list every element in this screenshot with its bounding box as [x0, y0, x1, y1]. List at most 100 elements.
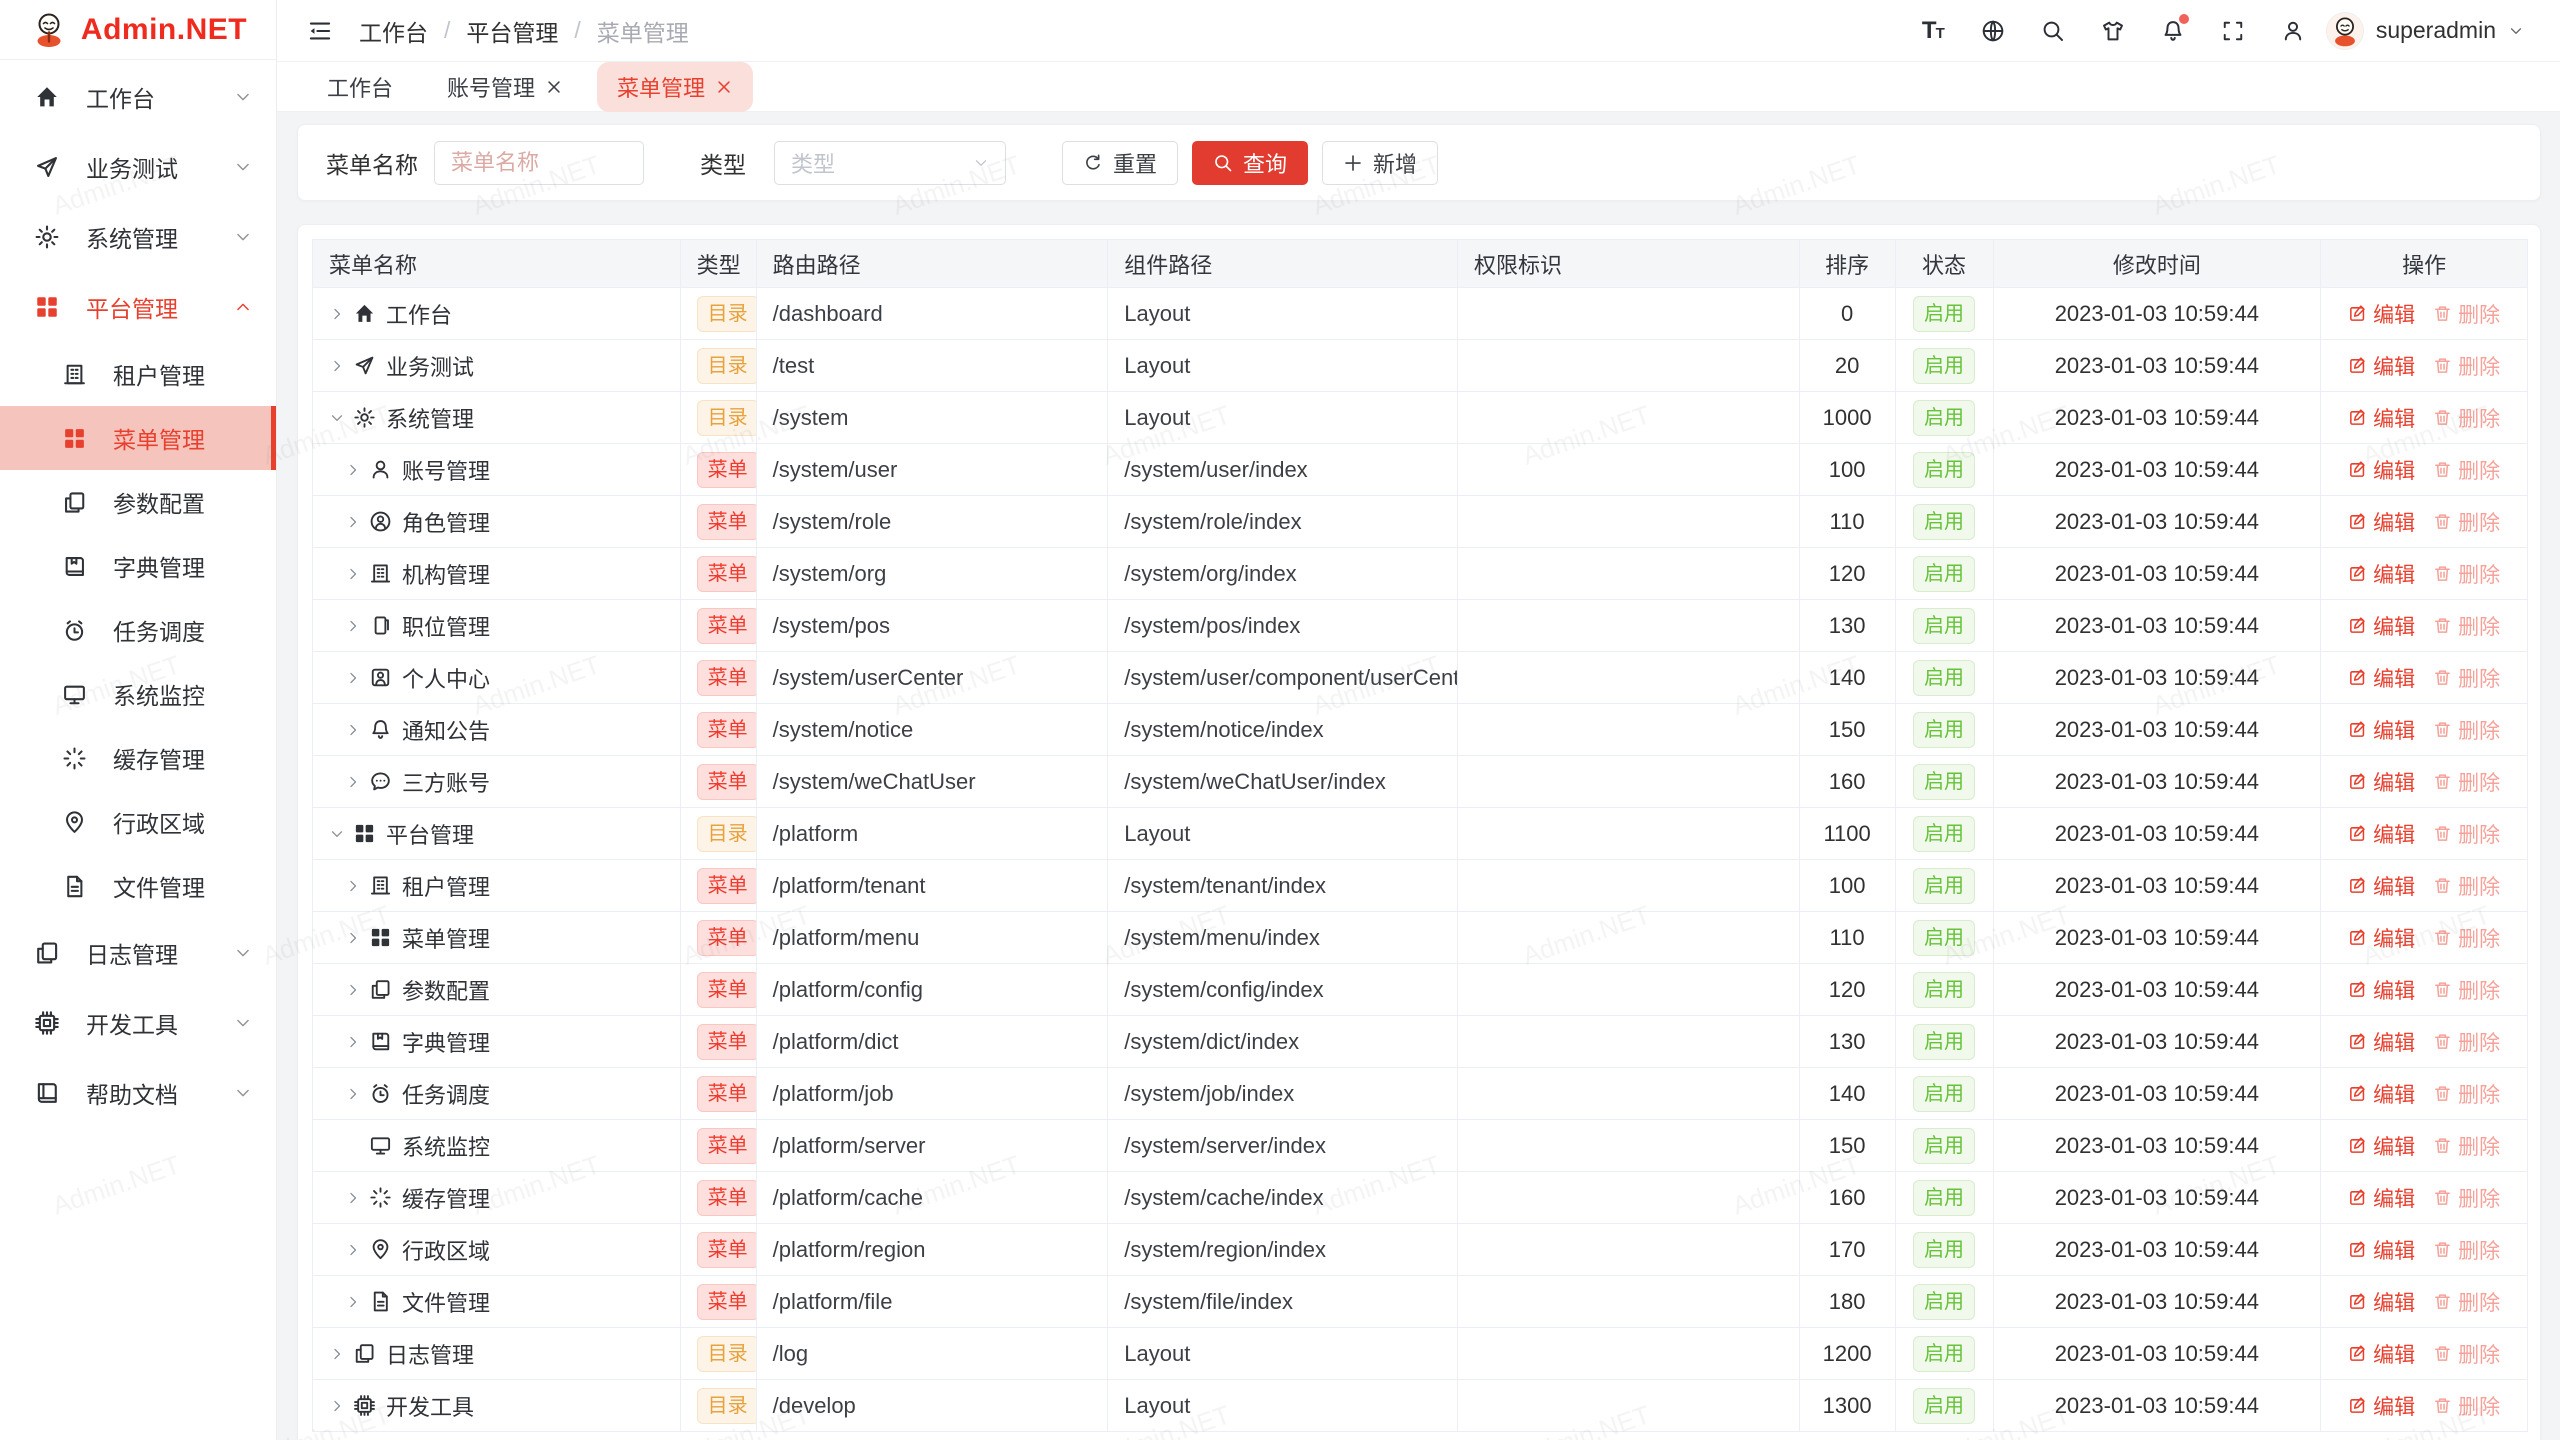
edit-button[interactable]: 编辑 — [2348, 975, 2415, 1005]
delete-button[interactable]: 删除 — [2433, 715, 2500, 745]
edit-button[interactable]: 编辑 — [2348, 819, 2415, 849]
sidebar-subitem-server[interactable]: 系统监控 — [0, 662, 276, 726]
sidebar-subitem-cache[interactable]: 缓存管理 — [0, 726, 276, 790]
user-menu[interactable]: superadmin — [2326, 12, 2524, 50]
edit-button[interactable]: 编辑 — [2348, 1183, 2415, 1213]
close-icon[interactable] — [715, 78, 733, 96]
delete-button[interactable]: 删除 — [2433, 663, 2500, 693]
tree-expand-icon[interactable] — [345, 930, 361, 946]
tree-expand-icon[interactable] — [329, 826, 345, 842]
edit-button[interactable]: 编辑 — [2348, 767, 2415, 797]
tree-expand-icon[interactable] — [345, 1190, 361, 1206]
edit-button[interactable]: 编辑 — [2348, 351, 2415, 381]
delete-button[interactable]: 删除 — [2433, 1183, 2500, 1213]
breadcrumb-item[interactable]: 工作台 — [359, 14, 428, 48]
tab-menu[interactable]: 菜单管理 — [597, 62, 753, 112]
tree-expand-icon[interactable] — [345, 878, 361, 894]
delete-button[interactable]: 删除 — [2433, 1287, 2500, 1317]
delete-button[interactable]: 删除 — [2433, 611, 2500, 641]
delete-button[interactable]: 删除 — [2433, 871, 2500, 901]
tree-expand-icon[interactable] — [345, 618, 361, 634]
edit-button[interactable]: 编辑 — [2348, 871, 2415, 901]
tree-expand-icon[interactable] — [345, 1034, 361, 1050]
theme-button[interactable] — [2090, 8, 2136, 54]
tree-expand-icon[interactable] — [345, 462, 361, 478]
font-size-button[interactable]: TT — [1910, 8, 1956, 54]
edit-button[interactable]: 编辑 — [2348, 455, 2415, 485]
tree-expand-icon[interactable] — [329, 306, 345, 322]
type-select[interactable]: 类型 — [774, 141, 1006, 185]
delete-button[interactable]: 删除 — [2433, 819, 2500, 849]
edit-button[interactable]: 编辑 — [2348, 1079, 2415, 1109]
sidebar-item-business-test[interactable]: 业务测试 — [0, 132, 276, 202]
sidebar-subitem-dict[interactable]: 字典管理 — [0, 534, 276, 598]
edit-button[interactable]: 编辑 — [2348, 663, 2415, 693]
delete-button[interactable]: 删除 — [2433, 1339, 2500, 1369]
tree-expand-icon[interactable] — [329, 1398, 345, 1414]
sidebar-item-workbench[interactable]: 工作台 — [0, 62, 276, 132]
close-icon[interactable] — [545, 78, 563, 96]
sidebar-item-develop[interactable]: 开发工具 — [0, 988, 276, 1058]
sidebar-item-help[interactable]: 帮助文档 — [0, 1058, 276, 1128]
delete-button[interactable]: 删除 — [2433, 559, 2500, 589]
delete-button[interactable]: 删除 — [2433, 975, 2500, 1005]
menu-name-input[interactable] — [434, 141, 644, 185]
delete-button[interactable]: 删除 — [2433, 923, 2500, 953]
tree-expand-icon[interactable] — [345, 982, 361, 998]
sidebar-subitem-job[interactable]: 任务调度 — [0, 598, 276, 662]
delete-button[interactable]: 删除 — [2433, 403, 2500, 433]
notification-button[interactable] — [2150, 8, 2196, 54]
collapse-menu-icon[interactable] — [307, 18, 333, 44]
language-button[interactable] — [1970, 8, 2016, 54]
edit-button[interactable]: 编辑 — [2348, 1287, 2415, 1317]
tab-account[interactable]: 账号管理 — [427, 62, 583, 112]
search-button[interactable] — [2030, 8, 2076, 54]
tree-expand-icon[interactable] — [345, 514, 361, 530]
delete-button[interactable]: 删除 — [2433, 1131, 2500, 1161]
sidebar-item-system[interactable]: 系统管理 — [0, 202, 276, 272]
tree-expand-icon[interactable] — [329, 410, 345, 426]
edit-button[interactable]: 编辑 — [2348, 299, 2415, 329]
delete-button[interactable]: 删除 — [2433, 299, 2500, 329]
tree-expand-icon[interactable] — [345, 1086, 361, 1102]
tree-expand-icon[interactable] — [345, 722, 361, 738]
edit-button[interactable]: 编辑 — [2348, 611, 2415, 641]
tree-expand-icon[interactable] — [329, 358, 345, 374]
tree-expand-icon[interactable] — [345, 566, 361, 582]
edit-button[interactable]: 编辑 — [2348, 507, 2415, 537]
tree-expand-icon[interactable] — [345, 774, 361, 790]
search-button[interactable]: 查询 — [1192, 141, 1308, 185]
edit-button[interactable]: 编辑 — [2348, 1131, 2415, 1161]
delete-button[interactable]: 删除 — [2433, 1027, 2500, 1057]
tab-workbench[interactable]: 工作台 — [307, 62, 413, 112]
sidebar-subitem-config[interactable]: 参数配置 — [0, 470, 276, 534]
delete-button[interactable]: 删除 — [2433, 1235, 2500, 1265]
profile-button[interactable] — [2270, 8, 2316, 54]
sidebar-subitem-tenant[interactable]: 租户管理 — [0, 342, 276, 406]
delete-button[interactable]: 删除 — [2433, 767, 2500, 797]
breadcrumb-item[interactable]: 平台管理 — [466, 14, 558, 48]
sidebar-item-log[interactable]: 日志管理 — [0, 918, 276, 988]
tree-expand-icon[interactable] — [345, 1242, 361, 1258]
delete-button[interactable]: 删除 — [2433, 455, 2500, 485]
delete-button[interactable]: 删除 — [2433, 351, 2500, 381]
tree-expand-icon[interactable] — [329, 1346, 345, 1362]
edit-button[interactable]: 编辑 — [2348, 403, 2415, 433]
delete-button[interactable]: 删除 — [2433, 1079, 2500, 1109]
reset-button[interactable]: 重置 — [1062, 141, 1178, 185]
app-logo[interactable]: Admin.NET — [0, 0, 276, 60]
sidebar-subitem-region[interactable]: 行政区域 — [0, 790, 276, 854]
delete-button[interactable]: 删除 — [2433, 1391, 2500, 1421]
delete-button[interactable]: 删除 — [2433, 507, 2500, 537]
edit-button[interactable]: 编辑 — [2348, 1027, 2415, 1057]
add-button[interactable]: 新增 — [1322, 141, 1438, 185]
sidebar-item-platform[interactable]: 平台管理 — [0, 272, 276, 342]
edit-button[interactable]: 编辑 — [2348, 1391, 2415, 1421]
fullscreen-button[interactable] — [2210, 8, 2256, 54]
edit-button[interactable]: 编辑 — [2348, 559, 2415, 589]
tree-expand-icon[interactable] — [345, 1294, 361, 1310]
edit-button[interactable]: 编辑 — [2348, 923, 2415, 953]
edit-button[interactable]: 编辑 — [2348, 715, 2415, 745]
sidebar-subitem-file[interactable]: 文件管理 — [0, 854, 276, 918]
edit-button[interactable]: 编辑 — [2348, 1235, 2415, 1265]
